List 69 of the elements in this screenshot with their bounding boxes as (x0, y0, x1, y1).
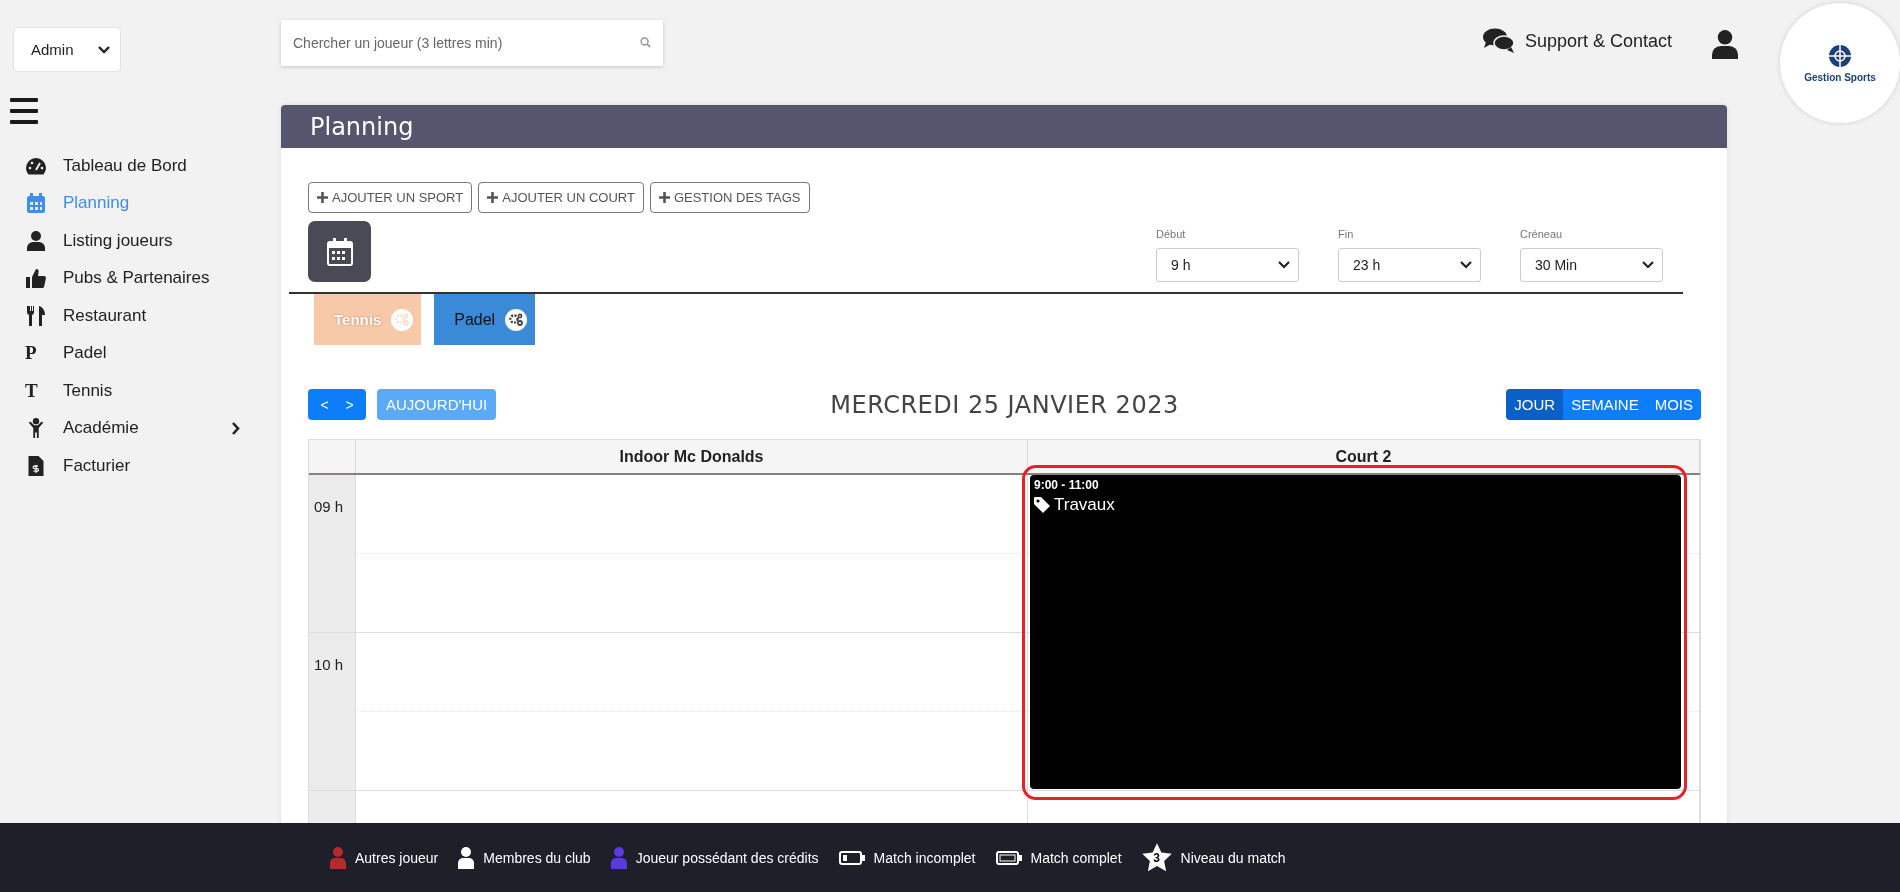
plus-icon (658, 192, 670, 203)
search-icon (640, 37, 651, 48)
legend-label: Niveau du match (1180, 849, 1286, 866)
action-button[interactable]: GESTION DES TAGS (649, 182, 810, 213)
sidebar-item[interactable]: Tableau de Bord (13, 147, 240, 185)
tag-icon (1034, 497, 1050, 513)
next-button[interactable]: > (337, 389, 362, 420)
filter-select[interactable]: 30 Min (1520, 248, 1663, 282)
star-badge: 3 (1141, 843, 1172, 872)
calendar-button[interactable] (308, 221, 371, 282)
chat-icon (1482, 28, 1515, 54)
view-button[interactable]: MOIS (1646, 389, 1701, 420)
view-button[interactable]: JOUR (1506, 389, 1564, 420)
event-title: Travaux (1054, 495, 1115, 515)
thumbs-up-icon (25, 268, 47, 289)
legend-label: Joueur possédant des crédits (635, 849, 819, 866)
column-header: Indoor Mc Donalds (356, 440, 1028, 473)
sidebar-item[interactable]: Académie (13, 409, 240, 447)
legend-label: Match incomplet (873, 849, 976, 866)
chevron-down-icon (98, 45, 110, 54)
date-title: MERCREDI 25 JANVIER 2023 (830, 390, 1179, 419)
previous-button[interactable]: < (312, 389, 337, 420)
action-button[interactable]: AJOUTER UN COURT (478, 182, 644, 213)
time-label: 09 h (313, 497, 344, 515)
user-icon[interactable] (1712, 30, 1738, 59)
chevron-down-icon (1642, 261, 1654, 269)
letter-icon: T (25, 379, 47, 402)
gauge-icon (25, 155, 47, 176)
filter-label: Créneau (1520, 228, 1564, 240)
cutlery-icon (25, 305, 47, 326)
event-time: 9:00 - 11:00 (1034, 478, 1099, 492)
user-icon (25, 230, 47, 251)
support-link[interactable]: Support & Contact (1482, 28, 1672, 54)
logo-icon (1826, 43, 1854, 69)
gears-icon (391, 308, 414, 331)
event-block[interactable]: 9:00 - 11:00 Travaux (1030, 475, 1681, 789)
calendar-icon (25, 193, 47, 214)
plus-icon (317, 192, 328, 203)
sidebar-item[interactable]: Restaurant (13, 297, 240, 335)
logo-badge[interactable]: Gestion Sports (1780, 3, 1900, 123)
view-button[interactable]: SEMAINE (1563, 389, 1647, 420)
sidebar-item[interactable]: Listing joueurs (13, 222, 240, 260)
action-button[interactable]: AJOUTER UN SPORT (308, 182, 473, 213)
calendar-icon (326, 237, 353, 266)
sport-tab[interactable]: Padel (434, 294, 536, 345)
role-select[interactable]: Admin (13, 27, 121, 72)
filter-label: Début (1156, 228, 1187, 240)
search-field[interactable]: Chercher un joueur (3 lettres min) (281, 20, 663, 66)
chevron-down-icon (1278, 261, 1290, 269)
chevron-down-icon (1460, 261, 1472, 269)
gears-icon (505, 308, 528, 331)
legend-label: Membres du club (483, 849, 591, 866)
legend-label: Match complet (1030, 849, 1122, 866)
time-label: 10 h (313, 655, 344, 673)
menu-icon[interactable] (10, 98, 38, 124)
sidebar-item[interactable]: Pubs & Partenaires (13, 259, 240, 297)
sidebar-item[interactable]: T Tennis (13, 372, 240, 410)
sidebar-item[interactable]: P Padel (13, 334, 240, 372)
filter-select[interactable]: 23 h (1338, 248, 1481, 282)
logo-text: Gestion Sports (1804, 72, 1876, 83)
panel-title: Planning (310, 112, 414, 141)
filter-label: Fin (1338, 228, 1355, 240)
battery-full-icon (995, 850, 1022, 865)
legend-label: Autres joueur (355, 849, 439, 866)
plus-icon (487, 192, 499, 203)
letter-icon: P (25, 342, 47, 365)
filter-select[interactable]: 9 h (1156, 248, 1299, 282)
battery-low-icon (838, 850, 865, 865)
sidebar-item[interactable]: Facturier (13, 447, 240, 485)
